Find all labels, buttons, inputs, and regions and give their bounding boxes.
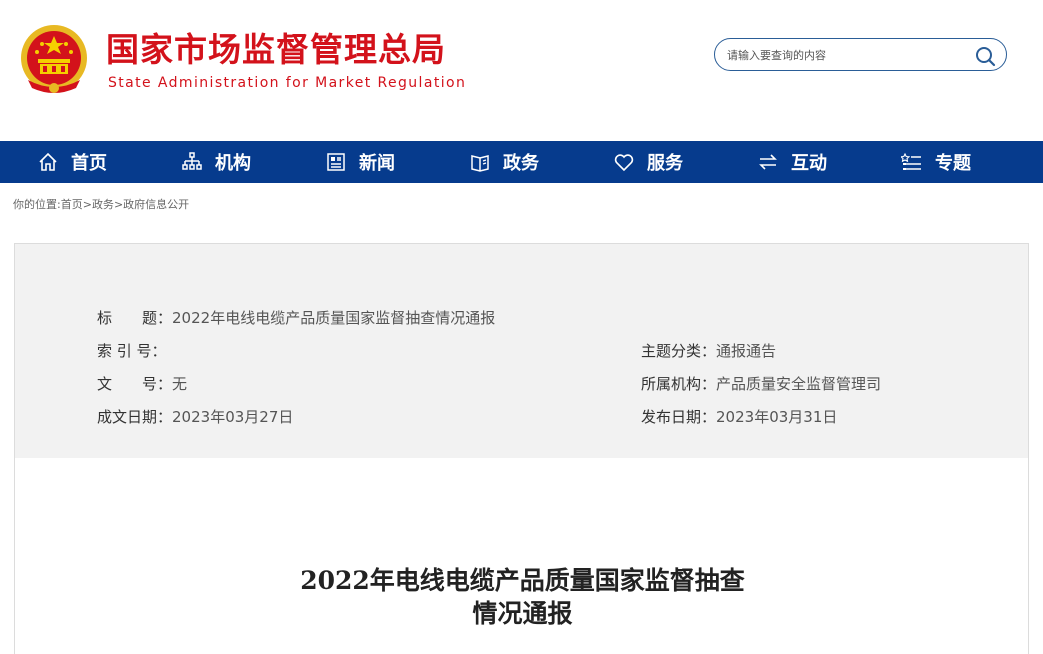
breadcrumb-separator: > xyxy=(82,198,92,211)
search-input[interactable] xyxy=(727,45,967,65)
breadcrumb-affairs[interactable]: 政务 xyxy=(92,198,114,211)
article-body: 2022年电线电缆产品质量国家监督抽查 情况通报 xyxy=(14,458,1029,654)
info-topic-row: 主题分类：通报通告 xyxy=(641,341,776,361)
home-icon xyxy=(39,152,57,171)
info-index-row: 索 引 号： xyxy=(97,341,167,361)
nav-label: 互动 xyxy=(791,153,827,174)
info-written-label: 成文日期： xyxy=(97,408,173,426)
info-publish-row: 发布日期：2023年03月31日 xyxy=(641,407,837,427)
nav-label: 首页 xyxy=(71,153,107,174)
search-box xyxy=(714,38,1007,71)
breadcrumb-prefix: 你的位置: xyxy=(13,198,61,211)
info-doc-value: 无 xyxy=(172,375,188,393)
info-topic-label: 主题分类： xyxy=(641,342,717,360)
nav-label: 政务 xyxy=(503,153,539,174)
info-title-value: 2022年电线电缆产品质量国家监督抽查情况通报 xyxy=(172,309,496,327)
info-title-label: 标 题： xyxy=(97,309,173,327)
nav-label: 专题 xyxy=(935,153,971,174)
nav-item-interact[interactable]: 互动 xyxy=(720,141,864,183)
site-title-cn[interactable]: 国家市场监督管理总局 xyxy=(106,30,446,70)
list-icon xyxy=(901,152,921,170)
info-title-row: 标 题：2022年电线电缆产品质量国家监督抽查情况通报 xyxy=(97,308,495,328)
info-publish-label: 发布日期： xyxy=(641,408,717,426)
nav-item-affairs[interactable]: 政务 xyxy=(432,141,576,183)
info-doc-row: 文 号：无 xyxy=(97,374,187,394)
nav-item-home[interactable]: 首页 xyxy=(0,141,144,183)
site-title-en[interactable]: State Administration for Market Regulati… xyxy=(108,75,466,91)
breadcrumb-gov-info[interactable]: 政府信息公开 xyxy=(123,198,189,211)
org-chart-icon xyxy=(182,152,202,170)
breadcrumb: 你的位置:首页>政务>政府信息公开 xyxy=(13,196,189,212)
article-title-line2: 情况通报 xyxy=(472,599,573,628)
breadcrumb-home[interactable]: 首页 xyxy=(61,198,83,211)
info-written-row: 成文日期：2023年03月27日 xyxy=(97,407,293,427)
article-title: 2022年电线电缆产品质量国家监督抽查 情况通报 xyxy=(15,564,1030,630)
heart-icon xyxy=(614,154,634,172)
info-org-value: 产品质量安全监督管理司 xyxy=(716,375,882,393)
nav-item-org[interactable]: 机构 xyxy=(144,141,288,183)
info-index-label: 索 引 号： xyxy=(97,342,167,360)
nav-item-service[interactable]: 服务 xyxy=(576,141,720,183)
book-icon xyxy=(471,155,489,172)
search-icon[interactable] xyxy=(974,45,996,67)
breadcrumb-separator: > xyxy=(113,198,124,211)
article-title-line1: 2022年电线电缆产品质量国家监督抽查 xyxy=(300,566,745,595)
info-org-label: 所属机构： xyxy=(641,375,717,393)
national-emblem-icon[interactable] xyxy=(18,22,90,98)
exchange-icon xyxy=(759,154,777,170)
info-written-value: 2023年03月27日 xyxy=(172,408,294,426)
news-icon xyxy=(327,153,345,171)
nav-label: 机构 xyxy=(215,153,251,174)
info-topic-value: 通报通告 xyxy=(716,342,777,360)
info-org-row: 所属机构：产品质量安全监督管理司 xyxy=(641,374,881,394)
document-info-panel: 标 题：2022年电线电缆产品质量国家监督抽查情况通报 索 引 号： 主题分类：… xyxy=(14,243,1029,459)
nav-item-topics[interactable]: 专题 xyxy=(864,141,1008,183)
site-header: 国家市场监督管理总局 State Administration for Mark… xyxy=(0,0,1043,141)
info-publish-value: 2023年03月31日 xyxy=(716,408,838,426)
main-nav: 首页 机构 新闻 政务 服务 互动 专题 xyxy=(0,141,1043,183)
nav-item-news[interactable]: 新闻 xyxy=(288,141,432,183)
nav-label: 新闻 xyxy=(359,153,395,174)
info-doc-label: 文 号： xyxy=(97,375,173,393)
nav-label: 服务 xyxy=(647,153,683,174)
